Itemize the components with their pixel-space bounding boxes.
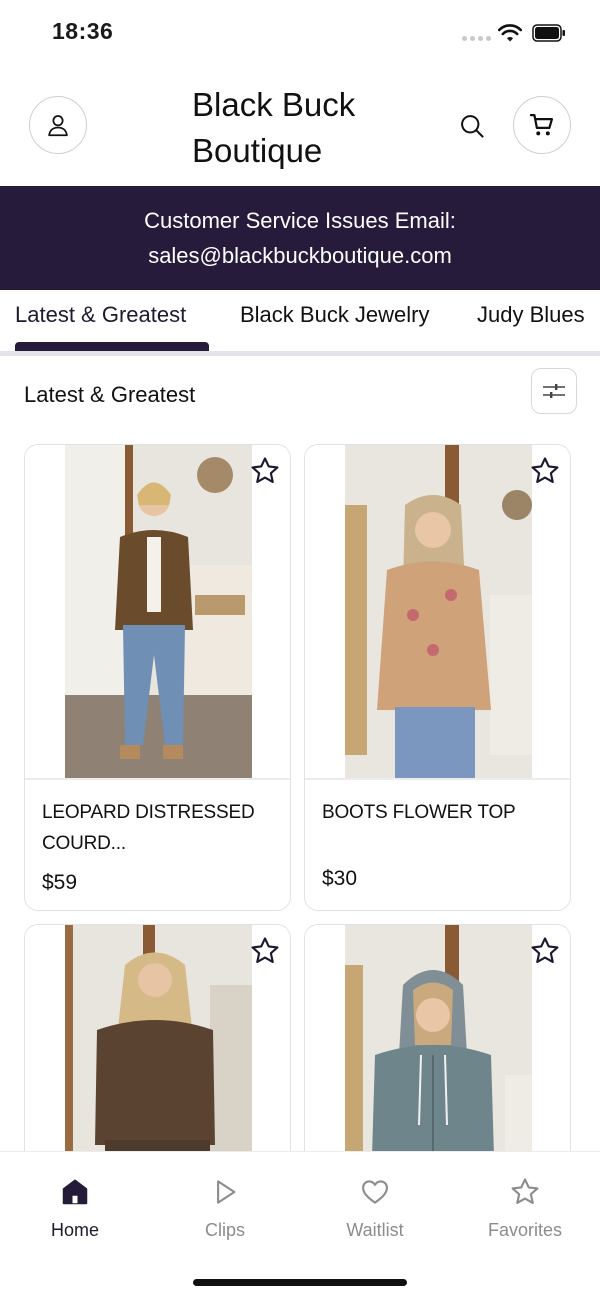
- heart-icon: [362, 1180, 388, 1204]
- battery-icon: [532, 24, 565, 42]
- cart-button[interactable]: [513, 96, 571, 154]
- nav-favorites[interactable]: Favorites: [465, 1174, 585, 1241]
- tab-judy-blues[interactable]: Judy Blues: [477, 302, 585, 328]
- product-price: $30: [322, 867, 358, 890]
- filter-button[interactable]: [531, 368, 577, 414]
- star-icon: [511, 1178, 539, 1204]
- bottom-navigation: Home Clips Waitlist Favorites: [0, 1151, 600, 1299]
- product-photo-boots-flower-top: [345, 445, 532, 778]
- nav-waitlist-label: Waitlist: [346, 1220, 404, 1240]
- brand-line-1: Black Buck: [192, 86, 356, 123]
- favorite-button[interactable]: [247, 933, 283, 969]
- brand-name[interactable]: Black Buck Boutique: [192, 82, 412, 174]
- star-outline-icon: [531, 937, 559, 963]
- product-card[interactable]: LEOPARD DISTRESSED COURD... $59: [24, 444, 291, 911]
- star-outline-icon: [251, 937, 279, 963]
- card-divider: [305, 778, 570, 780]
- favorite-button[interactable]: [247, 453, 283, 489]
- product-image[interactable]: [25, 445, 290, 778]
- nav-clips[interactable]: Clips: [165, 1174, 285, 1241]
- product-card[interactable]: BOOTS FLOWER TOP $30: [304, 444, 571, 911]
- user-icon: [48, 115, 68, 137]
- card-divider: [25, 778, 290, 780]
- product-image[interactable]: [305, 445, 570, 778]
- status-time: 18:36: [52, 18, 114, 44]
- search-icon: [461, 115, 484, 138]
- cart-icon: [529, 113, 554, 136]
- product-title[interactable]: BOOTS FLOWER TOP: [322, 797, 552, 828]
- product-price: $59: [42, 871, 78, 894]
- nav-home-label: Home: [50, 1220, 99, 1240]
- home-icon: [62, 1179, 88, 1205]
- wifi-icon: [498, 24, 522, 42]
- search-button[interactable]: [456, 110, 488, 142]
- product-title[interactable]: LEOPARD DISTRESSED COURD...: [42, 797, 272, 859]
- banner-email[interactable]: sales@blackbuckboutique.com: [0, 238, 600, 273]
- signal-icon: [462, 36, 491, 41]
- app-header: Black Buck Boutique: [0, 66, 600, 186]
- sliders-icon: [543, 384, 565, 398]
- play-icon: [217, 1180, 236, 1204]
- nav-waitlist[interactable]: Waitlist: [315, 1174, 435, 1241]
- favorite-button[interactable]: [527, 933, 563, 969]
- customer-service-banner: Customer Service Issues Email: sales@bla…: [0, 186, 600, 290]
- active-tab-indicator: [15, 342, 209, 351]
- section-title: Latest & Greatest: [24, 382, 196, 407]
- status-bar: 18:36: [0, 0, 600, 66]
- category-tabs: Latest & Greatest Black Buck Jewelry Jud…: [0, 290, 600, 356]
- star-outline-icon: [251, 457, 279, 483]
- product-photo-leopard-jacket: [65, 445, 252, 778]
- star-outline-icon: [531, 457, 559, 483]
- home-indicator: [193, 1279, 407, 1286]
- tab-latest-greatest[interactable]: Latest & Greatest: [15, 302, 186, 328]
- tab-black-buck-jewelry[interactable]: Black Buck Jewelry: [240, 302, 430, 328]
- nav-clips-label: Clips: [204, 1220, 245, 1240]
- account-button[interactable]: [29, 96, 87, 154]
- nav-home[interactable]: Home: [15, 1174, 135, 1241]
- favorite-button[interactable]: [527, 453, 563, 489]
- nav-favorites-label: Favorites: [487, 1220, 563, 1240]
- brand-line-2: Boutique: [192, 132, 323, 169]
- banner-line-1: Customer Service Issues Email:: [144, 208, 456, 233]
